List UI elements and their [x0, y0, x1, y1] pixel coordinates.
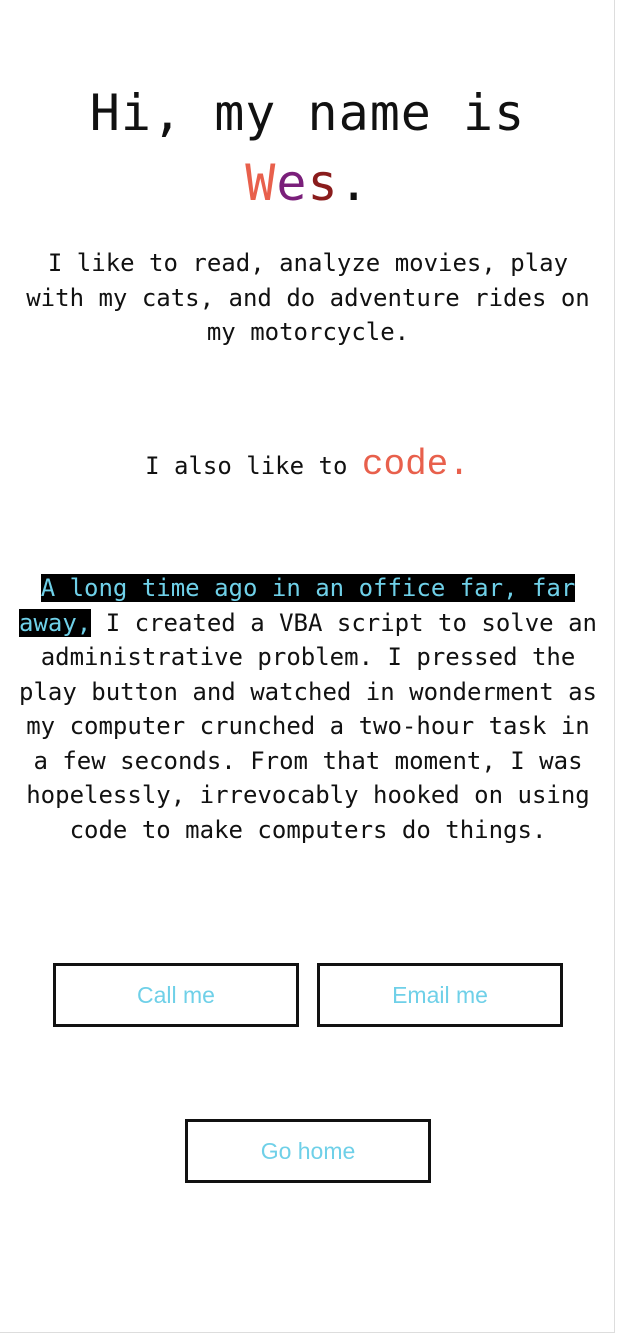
also-like-prefix: I also like to [145, 452, 348, 480]
intro-paragraph: I like to read, analyze movies, play wit… [26, 249, 590, 346]
page-title: Hi, my name is Wes. [0, 78, 615, 218]
story-text: I created a VBA script to solve an admin… [19, 608, 597, 844]
code-word: code. [361, 444, 470, 485]
name-letter-w: W [245, 154, 277, 212]
name-letter-s: s [307, 154, 339, 212]
also-like-line: I also like to code. [0, 440, 615, 491]
story-paragraph: A long time ago in an office far, far aw… [16, 571, 600, 847]
title-prefix: Hi, my name is [89, 84, 526, 142]
name-letter-e: e [276, 154, 308, 212]
call-me-button[interactable]: Call me [53, 963, 299, 1027]
email-me-button[interactable]: Email me [317, 963, 563, 1027]
go-home-button[interactable]: Go home [185, 1119, 431, 1183]
name-period: . [338, 154, 370, 212]
page: Hi, my name is Wes. I like to read, analy… [0, 0, 615, 1333]
